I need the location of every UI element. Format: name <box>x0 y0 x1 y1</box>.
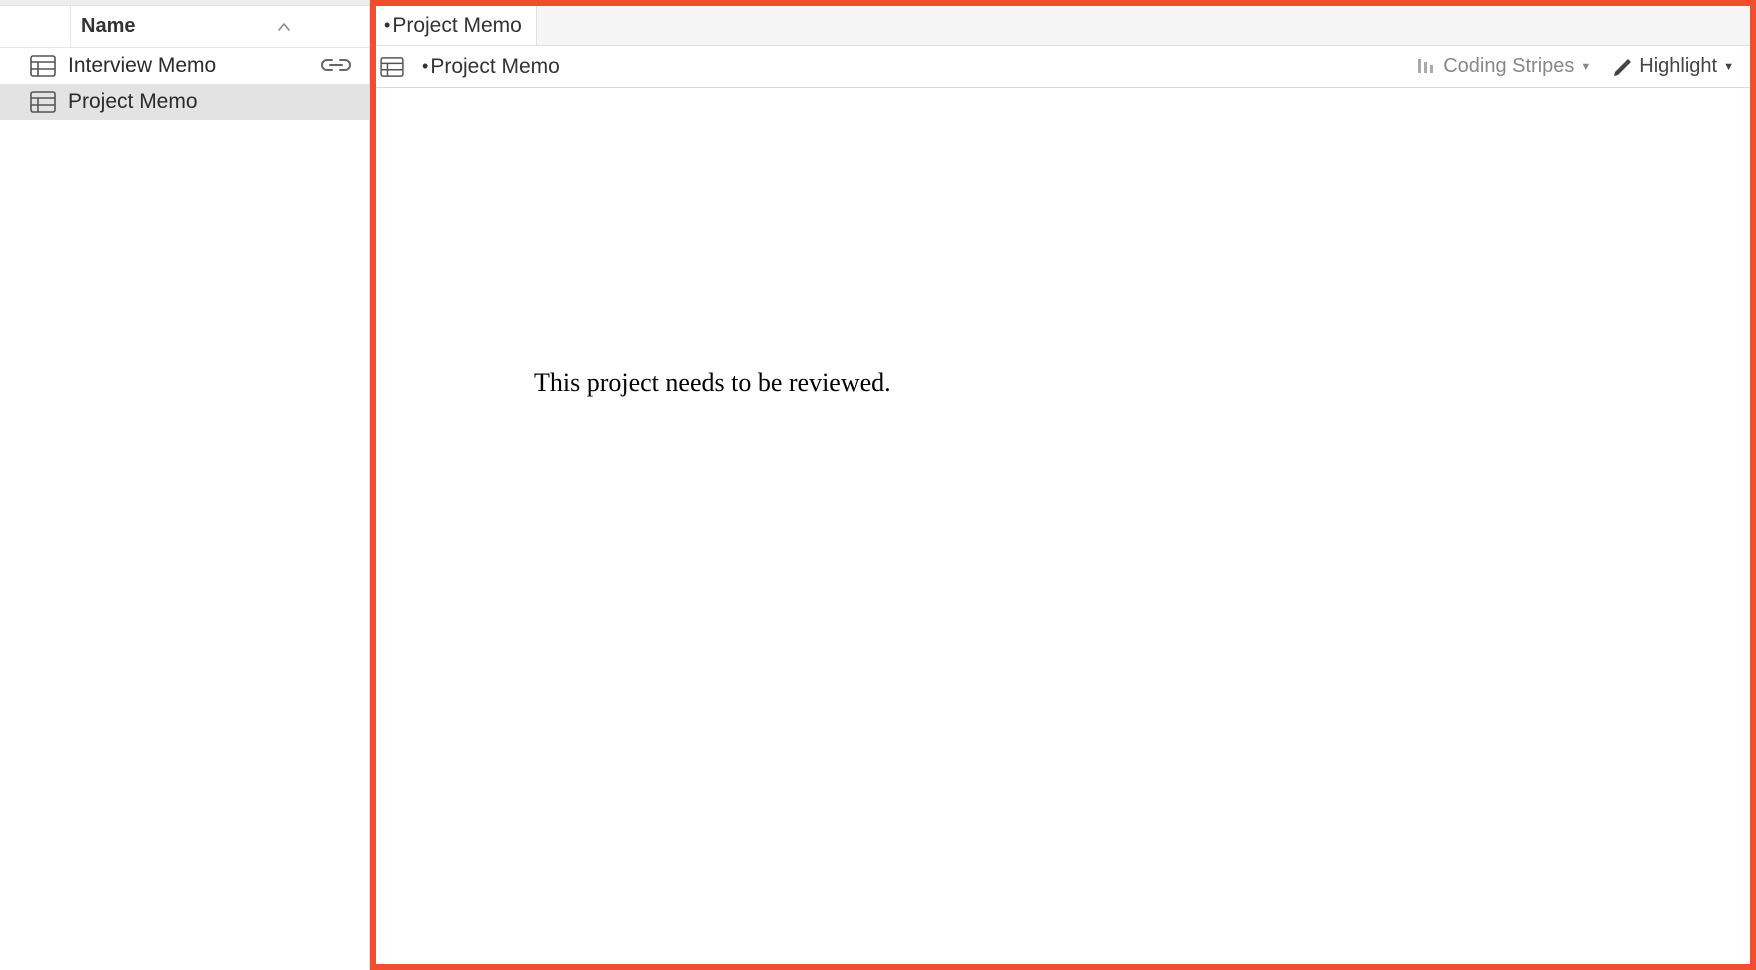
unsaved-indicator: • <box>384 15 390 36</box>
name-column-label: Name <box>81 15 135 38</box>
column-header-row: Name <box>0 6 369 48</box>
coding-stripes-button[interactable]: Coding Stripes ▼ <box>1409 55 1597 78</box>
highlight-label: Highlight <box>1639 55 1717 78</box>
tab-project-memo[interactable]: • Project Memo <box>376 6 537 45</box>
coding-stripes-label: Coding Stripes <box>1443 55 1574 78</box>
document-toolbar: • Project Memo Coding Stripes ▼ <box>376 46 1750 88</box>
toolbar-title-group: • Project Memo <box>380 55 560 79</box>
unsaved-indicator: • <box>422 56 428 77</box>
tab-label: Project Memo <box>392 14 522 38</box>
main-panel: • Project Memo • Project Memo <box>370 0 1756 970</box>
memo-icon <box>30 55 56 77</box>
dropdown-caret-icon: ▼ <box>1580 61 1591 73</box>
sidebar-item-label: Project Memo <box>68 90 198 114</box>
document-body-text[interactable]: This project needs to be reviewed. <box>376 88 1750 398</box>
coding-stripes-icon <box>1415 56 1437 78</box>
sidebar-item-interview-memo[interactable]: Interview Memo <box>0 48 369 84</box>
tab-bar: • Project Memo <box>376 6 1750 46</box>
highlight-icon <box>1611 56 1633 78</box>
dropdown-caret-icon: ▼ <box>1723 61 1734 73</box>
sort-ascending-icon <box>277 22 291 32</box>
sidebar: Name Interview Memo <box>0 0 370 970</box>
sidebar-item-project-memo[interactable]: Project Memo <box>0 84 369 120</box>
document-title-text: Project Memo <box>430 55 560 79</box>
memo-icon <box>30 91 56 113</box>
document-area[interactable]: This project needs to be reviewed. <box>376 88 1750 964</box>
link-icon[interactable] <box>321 57 351 75</box>
document-title: • Project Memo <box>422 55 560 79</box>
memo-list: Interview Memo Project Memo <box>0 48 369 970</box>
highlight-button[interactable]: Highlight ▼ <box>1605 55 1740 78</box>
sidebar-item-label: Interview Memo <box>68 54 216 78</box>
name-column-header[interactable]: Name <box>70 6 369 47</box>
memo-icon <box>380 57 404 77</box>
